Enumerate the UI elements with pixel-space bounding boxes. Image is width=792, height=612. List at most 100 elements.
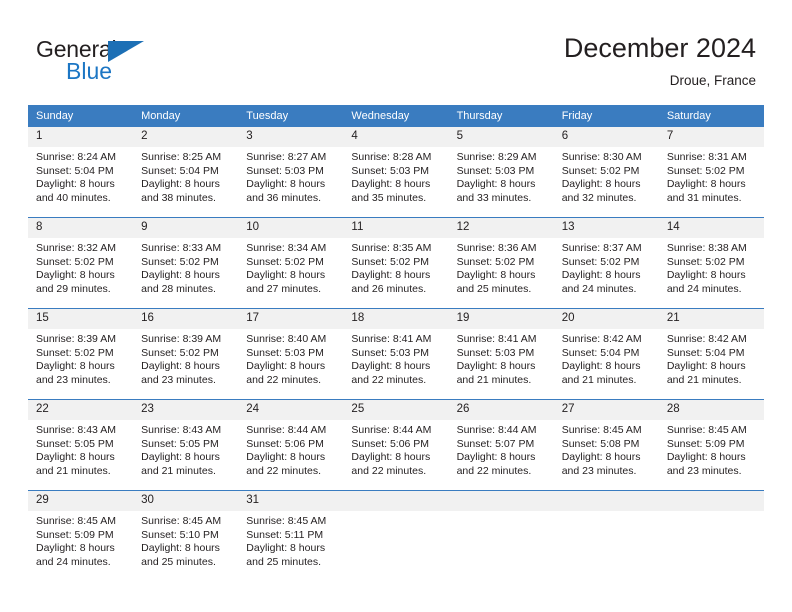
calendar-day-cell[interactable]: 22 Sunrise: 8:43 AM Sunset: 5:05 PM Dayligh…: [28, 399, 134, 491]
day-cell-content: 29 Sunrise: 8:45 AM Sunset: 5:09 PM Dayligh…: [28, 491, 134, 581]
day-cell-content: 25 Sunrise: 8:44 AM Sunset: 5:06 PM Dayligh…: [343, 400, 449, 490]
calendar-day-cell[interactable]: 29 Sunrise: 8:45 AM Sunset: 5:09 PM Dayligh…: [28, 490, 134, 581]
day-cell-content: 9 Sunrise: 8:33 AM Sunset: 5:02 PM Daylight…: [133, 218, 239, 308]
sunrise-time: Sunrise: 8:44 AM: [246, 424, 327, 436]
sunrise-time: Sunrise: 8:41 AM: [351, 333, 432, 345]
sunrise-time: Sunrise: 8:30 AM: [561, 151, 642, 163]
sunset-time: Sunset: 5:11 PM: [246, 528, 324, 541]
day-number: 16: [133, 309, 239, 329]
calendar-day-cell[interactable]: 3 Sunrise: 8:27 AM Sunset: 5:03 PM Daylight…: [238, 127, 344, 218]
day-sun-info: Sunrise: 8:39 AM Sunset: 5:02 PM Daylight:…: [133, 329, 238, 387]
daylight-duration-line2: and 22 minutes.: [246, 464, 321, 477]
calendar-day-cell[interactable]: 31 Sunrise: 8:45 AM Sunset: 5:11 PM Dayligh…: [238, 490, 344, 581]
day-number: [343, 491, 449, 511]
calendar-day-cell[interactable]: 14 Sunrise: 8:38 AM Sunset: 5:02 PM Dayligh…: [658, 217, 764, 309]
calendar-day-cell[interactable]: 18 Sunrise: 8:41 AM Sunset: 5:03 PM Dayligh…: [343, 308, 449, 400]
daylight-duration-line2: and 22 minutes.: [456, 464, 532, 477]
sunset-time: Sunset: 5:02 PM: [666, 164, 745, 177]
daylight-duration-line1: Daylight: 8 hours: [246, 360, 326, 373]
calendar-day-cell[interactable]: 8 Sunrise: 8:32 AM Sunset: 5:02 PM Daylight…: [28, 217, 134, 309]
sunset-time: Sunset: 5:02 PM: [456, 255, 535, 268]
calendar-body: 1 Sunrise: 8:24 AM Sunset: 5:04 PM Daylight…: [28, 127, 764, 581]
day-cell-content: 31 Sunrise: 8:45 AM Sunset: 5:11 PM Dayligh…: [238, 491, 344, 581]
calendar-day-cell[interactable]: 26 Sunrise: 8:44 AM Sunset: 5:07 PM Dayligh…: [448, 399, 554, 491]
day-cell-content: 15 Sunrise: 8:39 AM Sunset: 5:02 PM Dayligh…: [28, 309, 134, 399]
day-number: 29: [28, 491, 134, 511]
day-sun-info: Sunrise: 8:39 AM Sunset: 5:02 PM Daylight:…: [28, 329, 133, 387]
sunrise-time: Sunrise: 8:44 AM: [456, 424, 537, 436]
calendar-day-cell[interactable]: 9 Sunrise: 8:33 AM Sunset: 5:02 PM Daylight…: [133, 217, 239, 309]
daylight-duration-line2: and 22 minutes.: [351, 373, 427, 386]
daylight-duration-line1: Daylight: 8 hours: [246, 178, 326, 191]
brand-logo[interactable]: General Blue: [36, 36, 266, 92]
daylight-duration-line2: and 29 minutes.: [36, 282, 111, 295]
calendar-day-cell[interactable]: 17 Sunrise: 8:40 AM Sunset: 5:03 PM Dayligh…: [238, 308, 344, 400]
calendar-day-cell[interactable]: 2 Sunrise: 8:25 AM Sunset: 5:04 PM Daylight…: [133, 127, 239, 218]
day-number: 15: [28, 309, 134, 329]
sunset-time: Sunset: 5:04 PM: [36, 164, 114, 177]
day-number: 30: [133, 491, 239, 511]
calendar-day-cell[interactable]: 28 Sunrise: 8:45 AM Sunset: 5:09 PM Dayligh…: [658, 399, 764, 491]
sunrise-time: Sunrise: 8:42 AM: [561, 333, 642, 345]
calendar-day-cell[interactable]: 20 Sunrise: 8:42 AM Sunset: 5:04 PM Dayligh…: [553, 308, 659, 400]
day-sun-info: Sunrise: 8:29 AM Sunset: 5:03 PM Daylight:…: [449, 147, 554, 205]
calendar-day-cell[interactable]: 15 Sunrise: 8:39 AM Sunset: 5:02 PM Dayligh…: [28, 308, 134, 400]
day-cell-content: 4 Sunrise: 8:28 AM Sunset: 5:03 PM Daylight…: [343, 127, 449, 217]
day-number: 7: [658, 127, 764, 147]
sunset-time: Sunset: 5:08 PM: [561, 437, 640, 450]
day-cell-content: 6 Sunrise: 8:30 AM Sunset: 5:02 PM Daylight…: [553, 127, 659, 217]
weekday-header-wednesday: Wednesday: [343, 105, 449, 127]
day-cell-content: [448, 491, 554, 581]
day-number: 27: [553, 400, 659, 420]
calendar-day-cell[interactable]: 5 Sunrise: 8:29 AM Sunset: 5:03 PM Daylight…: [448, 127, 554, 218]
calendar-week-row: 8 Sunrise: 8:32 AM Sunset: 5:02 PM Daylight…: [28, 217, 764, 309]
calendar-day-cell[interactable]: 7 Sunrise: 8:31 AM Sunset: 5:02 PM Daylight…: [658, 127, 764, 218]
calendar-day-cell[interactable]: 13 Sunrise: 8:37 AM Sunset: 5:02 PM Dayligh…: [553, 217, 659, 309]
daylight-duration-line1: Daylight: 8 hours: [36, 269, 115, 282]
calendar-day-cell[interactable]: 4 Sunrise: 8:28 AM Sunset: 5:03 PM Daylight…: [343, 127, 449, 218]
sunrise-time: Sunrise: 8:34 AM: [246, 242, 327, 254]
calendar-day-cell[interactable]: 10 Sunrise: 8:34 AM Sunset: 5:02 PM Dayligh…: [238, 217, 344, 309]
day-number: 9: [133, 218, 239, 238]
day-cell-content: 11 Sunrise: 8:35 AM Sunset: 5:02 PM Dayligh…: [343, 218, 449, 308]
calendar-day-cell[interactable]: 21 Sunrise: 8:42 AM Sunset: 5:04 PM Dayligh…: [658, 308, 764, 400]
page-title: December 2024: [563, 33, 756, 63]
calendar-day-cell: [553, 490, 659, 581]
calendar-day-cell[interactable]: 27 Sunrise: 8:45 AM Sunset: 5:08 PM Dayligh…: [553, 399, 659, 491]
calendar-day-cell[interactable]: 25 Sunrise: 8:44 AM Sunset: 5:06 PM Dayligh…: [343, 399, 449, 491]
calendar-day-cell[interactable]: 30 Sunrise: 8:45 AM Sunset: 5:10 PM Dayligh…: [133, 490, 239, 581]
daylight-duration-line2: and 23 minutes.: [561, 464, 637, 477]
day-sun-info: Sunrise: 8:45 AM Sunset: 5:10 PM Daylight:…: [133, 511, 238, 569]
daylight-duration-line1: Daylight: 8 hours: [351, 451, 431, 464]
day-sun-info: Sunrise: 8:43 AM Sunset: 5:05 PM Daylight:…: [133, 420, 238, 478]
day-sun-info: Sunrise: 8:45 AM Sunset: 5:09 PM Daylight:…: [28, 511, 133, 569]
calendar-day-cell[interactable]: 24 Sunrise: 8:44 AM Sunset: 5:06 PM Dayligh…: [238, 399, 344, 491]
day-cell-content: [343, 491, 449, 581]
daylight-duration-line1: Daylight: 8 hours: [36, 178, 115, 191]
weekday-header-saturday: Saturday: [658, 105, 764, 127]
calendar-day-cell[interactable]: 12 Sunrise: 8:36 AM Sunset: 5:02 PM Dayligh…: [448, 217, 554, 309]
day-cell-content: 30 Sunrise: 8:45 AM Sunset: 5:10 PM Dayligh…: [133, 491, 239, 581]
calendar-day-cell[interactable]: 11 Sunrise: 8:35 AM Sunset: 5:02 PM Dayligh…: [343, 217, 449, 309]
day-number: 17: [238, 309, 344, 329]
day-number: 5: [448, 127, 554, 147]
sunrise-time: Sunrise: 8:25 AM: [141, 151, 222, 163]
day-number: 20: [553, 309, 659, 329]
calendar-week-row: 15 Sunrise: 8:39 AM Sunset: 5:02 PM Dayligh…: [28, 308, 764, 400]
day-sun-info: Sunrise: 8:37 AM Sunset: 5:02 PM Daylight:…: [554, 238, 659, 296]
day-sun-info: Sunrise: 8:42 AM Sunset: 5:04 PM Daylight:…: [554, 329, 659, 387]
calendar-day-cell[interactable]: 6 Sunrise: 8:30 AM Sunset: 5:02 PM Daylight…: [553, 127, 659, 218]
daylight-duration-line1: Daylight: 8 hours: [246, 269, 326, 282]
calendar-day-cell[interactable]: 23 Sunrise: 8:43 AM Sunset: 5:05 PM Dayligh…: [133, 399, 239, 491]
sunset-time: Sunset: 5:04 PM: [141, 164, 219, 177]
weekday-header-tuesday: Tuesday: [238, 105, 344, 127]
weekday-header-thursday: Thursday: [448, 105, 554, 127]
day-cell-content: 8 Sunrise: 8:32 AM Sunset: 5:02 PM Daylight…: [28, 218, 134, 308]
day-cell-content: 18 Sunrise: 8:41 AM Sunset: 5:03 PM Dayligh…: [343, 309, 449, 399]
day-number: 6: [553, 127, 659, 147]
day-cell-content: 24 Sunrise: 8:44 AM Sunset: 5:06 PM Dayligh…: [238, 400, 344, 490]
calendar-day-cell[interactable]: 16 Sunrise: 8:39 AM Sunset: 5:02 PM Dayligh…: [133, 308, 239, 400]
calendar-day-cell[interactable]: 19 Sunrise: 8:41 AM Sunset: 5:03 PM Dayligh…: [448, 308, 554, 400]
calendar-day-cell[interactable]: 1 Sunrise: 8:24 AM Sunset: 5:04 PM Daylight…: [28, 127, 134, 218]
daylight-duration-line1: Daylight: 8 hours: [561, 451, 641, 464]
